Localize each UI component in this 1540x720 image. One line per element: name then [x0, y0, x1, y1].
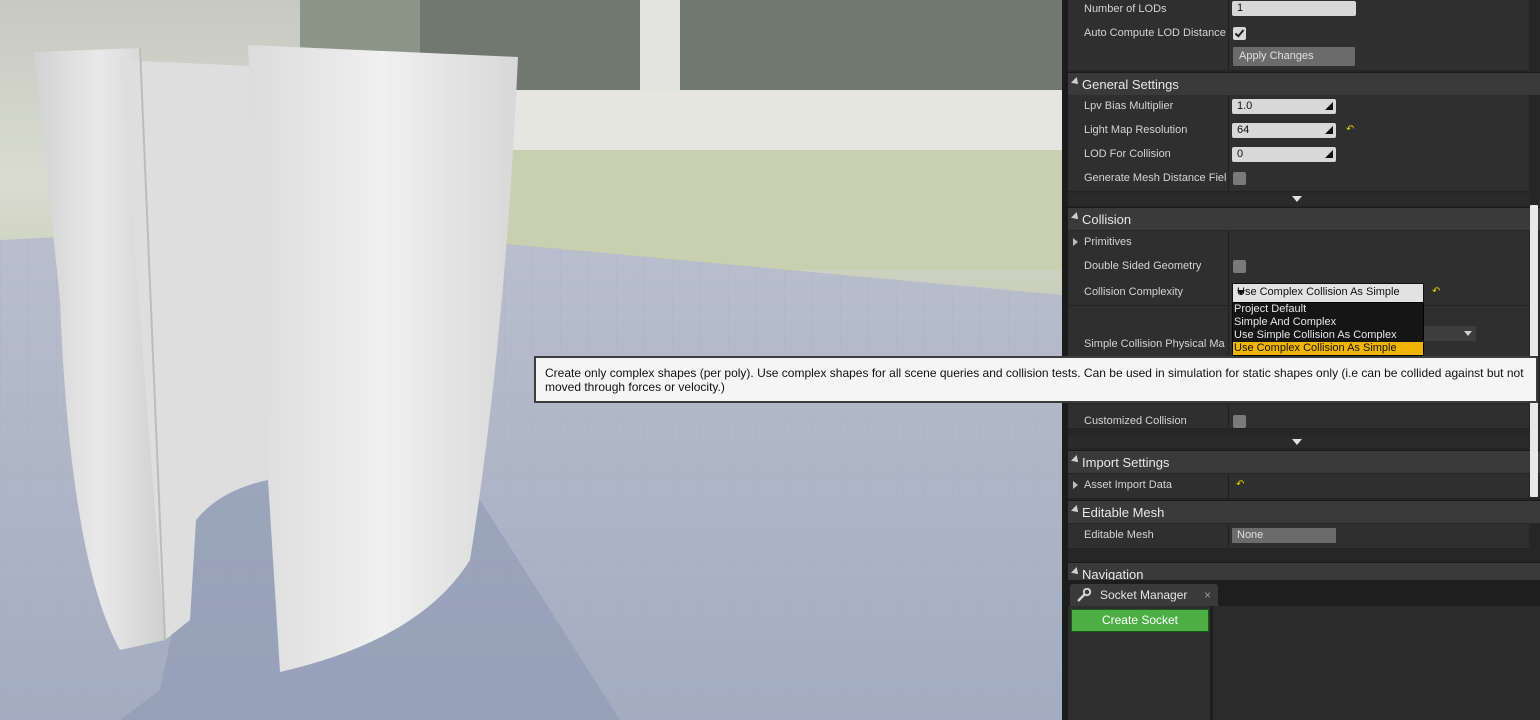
- collapse-arrow-icon: [1071, 455, 1081, 465]
- collapse-arrow-icon: [1071, 505, 1081, 515]
- tooltip: Create only complex shapes (per poly). U…: [534, 356, 1538, 403]
- details-panel: Number of LODs 1 Auto Compute LOD Distan…: [1068, 0, 1540, 580]
- reset-to-default-icon[interactable]: ↶: [1236, 480, 1246, 490]
- wrench-icon: [1077, 588, 1092, 602]
- generate-distance-field-checkbox[interactable]: [1233, 172, 1246, 185]
- auto-compute-lod-label: Auto Compute LOD Distance: [1084, 27, 1226, 39]
- collision-advanced-expander[interactable]: [1068, 436, 1529, 448]
- category-editable-mesh[interactable]: Editable Mesh: [1068, 500, 1540, 523]
- row-generate-distance-field: Generate Mesh Distance Fiel: [1068, 167, 1529, 192]
- row-lpv-bias-multiplier: Lpv Bias Multiplier 1.0: [1068, 95, 1529, 120]
- category-navigation[interactable]: Navigation: [1068, 562, 1540, 580]
- auto-compute-lod-checkbox[interactable]: [1233, 27, 1246, 40]
- collision-complexity-combo[interactable]: Use Complex Collision As Simple: [1232, 283, 1424, 303]
- row-light-map-resolution: Light Map Resolution 64 ↶: [1068, 119, 1529, 144]
- drag-spin-icon: [1325, 150, 1333, 158]
- socket-details-pane: [1213, 606, 1540, 720]
- row-double-sided-geometry: Double Sided Geometry: [1068, 255, 1529, 280]
- lod-for-collision-field[interactable]: 0: [1232, 147, 1336, 162]
- double-sided-geometry-checkbox[interactable]: [1233, 260, 1246, 273]
- create-socket-button[interactable]: Create Socket: [1071, 609, 1209, 632]
- apply-changes-button[interactable]: Apply Changes: [1233, 47, 1355, 66]
- socket-list-pane: Create Socket: [1068, 606, 1210, 720]
- reset-to-default-icon[interactable]: ↶: [1346, 125, 1356, 135]
- row-number-of-lods: Number of LODs 1: [1068, 0, 1529, 23]
- collapse-arrow-icon: [1071, 212, 1081, 222]
- drag-spin-icon: [1325, 102, 1333, 110]
- customized-collision-checkbox[interactable]: [1233, 415, 1246, 428]
- physical-material-combo[interactable]: [1422, 326, 1476, 341]
- socket-manager-panel: Socket Manager × Create Socket: [1068, 580, 1540, 720]
- expand-arrow-icon[interactable]: [1073, 238, 1078, 246]
- collapse-arrow-icon: [1071, 77, 1081, 87]
- lpv-bias-field[interactable]: 1.0: [1232, 99, 1336, 114]
- dropdown-option[interactable]: Simple And Complex: [1233, 316, 1423, 329]
- row-editable-mesh: Editable Mesh None: [1068, 524, 1529, 549]
- row-asset-import-data[interactable]: Asset Import Data ↶: [1068, 474, 1529, 499]
- dropdown-option-selected[interactable]: Use Complex Collision As Simple: [1233, 342, 1423, 355]
- row-auto-compute-lod: Auto Compute LOD Distance: [1068, 22, 1529, 47]
- row-apply-changes: Apply Changes: [1068, 46, 1529, 71]
- expand-arrow-icon: [1292, 439, 1302, 445]
- category-import-settings[interactable]: Import Settings: [1068, 450, 1540, 473]
- close-icon[interactable]: ×: [1204, 588, 1211, 602]
- chevron-down-icon: [1237, 290, 1245, 295]
- reset-to-default-icon[interactable]: ↶: [1432, 287, 1442, 297]
- row-customized-collision: Customized Collision: [1068, 404, 1529, 429]
- collision-complexity-dropdown[interactable]: Project Default Simple And Complex Use S…: [1232, 302, 1424, 356]
- light-map-resolution-field[interactable]: 64: [1232, 123, 1336, 138]
- dropdown-option[interactable]: Use Simple Collision As Complex: [1233, 329, 1423, 342]
- editable-mesh-value[interactable]: None: [1232, 528, 1336, 543]
- category-general-settings[interactable]: General Settings: [1068, 72, 1540, 95]
- dropdown-option[interactable]: Project Default: [1233, 303, 1423, 316]
- chevron-down-icon: [1464, 331, 1472, 336]
- tab-socket-manager[interactable]: Socket Manager ×: [1070, 584, 1218, 606]
- drag-spin-icon: [1325, 126, 1333, 134]
- expand-arrow-icon[interactable]: [1073, 481, 1078, 489]
- expand-arrow-icon: [1292, 196, 1302, 202]
- category-collision[interactable]: Collision: [1068, 207, 1540, 230]
- number-of-lods-field[interactable]: 1: [1232, 1, 1356, 16]
- details-scrollbar[interactable]: [1530, 205, 1538, 497]
- number-of-lods-label: Number of LODs: [1084, 3, 1167, 15]
- collapse-arrow-icon: [1071, 567, 1081, 577]
- advanced-expander[interactable]: [1068, 193, 1529, 205]
- row-primitives[interactable]: Primitives: [1068, 231, 1529, 256]
- row-lod-for-collision: LOD For Collision 0: [1068, 143, 1529, 168]
